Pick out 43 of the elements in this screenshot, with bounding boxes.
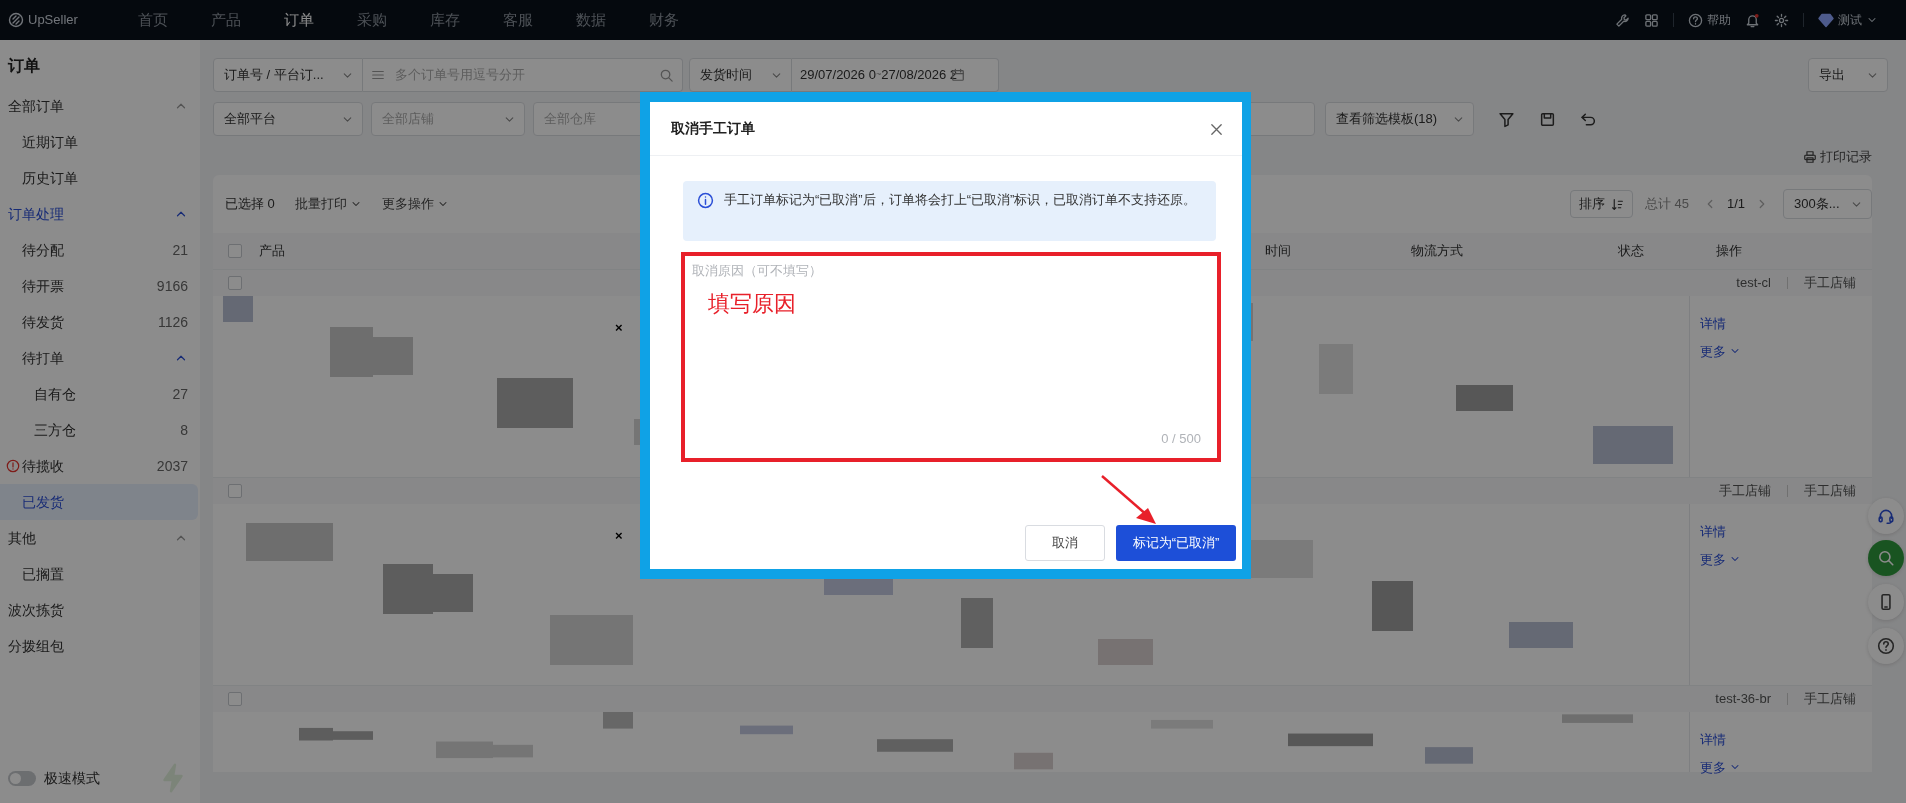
- selected-count: 已选择 0: [225, 195, 275, 214]
- item-count: 9166: [156, 276, 188, 296]
- column-header: 物流方式: [1411, 242, 1463, 261]
- shop-name: 手工店铺: [1719, 482, 1771, 501]
- sidebar-label: 待揽收: [22, 456, 64, 476]
- character-counter: 0 / 500: [1161, 429, 1201, 448]
- toggle-label: 极速模式: [44, 768, 100, 788]
- annotation-text: 填写原因: [708, 290, 796, 318]
- sidebar-label: 其他: [8, 528, 36, 548]
- sidebar-label: 波次拣货: [8, 600, 64, 620]
- sidebar-label: 已发货: [22, 492, 64, 512]
- total-count: 总计 45: [1644, 195, 1689, 214]
- sidebar-label: 自有仓: [34, 384, 76, 404]
- broken-image-mark: ×: [615, 527, 623, 545]
- sidebar-label: 待发货: [22, 312, 64, 332]
- shop-name: test-36-br: [1715, 690, 1771, 709]
- column-header: 时间: [1265, 242, 1291, 261]
- shop-name: test-cl: [1736, 274, 1771, 293]
- page-indicator: 1/1: [1726, 195, 1745, 214]
- item-count: 8: [180, 420, 188, 440]
- sidebar-label: 待打单: [22, 348, 64, 368]
- item-count: 2037: [156, 456, 188, 476]
- sidebar-label: 待开票: [22, 276, 64, 296]
- sidebar-label: 历史订单: [22, 168, 78, 188]
- sidebar-label: 待分配: [22, 240, 64, 260]
- item-count: 21: [172, 240, 188, 260]
- item-count: 27: [172, 384, 188, 404]
- sidebar-label: 三方仓: [34, 420, 76, 440]
- sidebar-label: 分拨组包: [8, 636, 64, 656]
- store-type: 手工店铺: [1804, 690, 1856, 709]
- notice-text: 手工订单标记为“已取消”后，订单将会打上“已取消”标识，已取消订单不支持还原。: [724, 191, 1197, 209]
- sidebar-label: 已搁置: [22, 564, 64, 584]
- store-type: 手工店铺: [1804, 274, 1856, 293]
- column-header: 操作: [1716, 242, 1742, 261]
- sidebar-label: 订单处理: [8, 204, 64, 224]
- column-header: 状态: [1618, 242, 1644, 261]
- item-count: 1126: [157, 312, 188, 332]
- column-header: 产品: [259, 242, 285, 261]
- store-type: 手工店铺: [1804, 482, 1856, 501]
- sidebar-title: 订单: [6, 56, 41, 76]
- broken-image-mark: ×: [615, 319, 623, 337]
- sidebar-label: 全部订单: [8, 96, 64, 116]
- sidebar-label: 近期订单: [22, 132, 78, 152]
